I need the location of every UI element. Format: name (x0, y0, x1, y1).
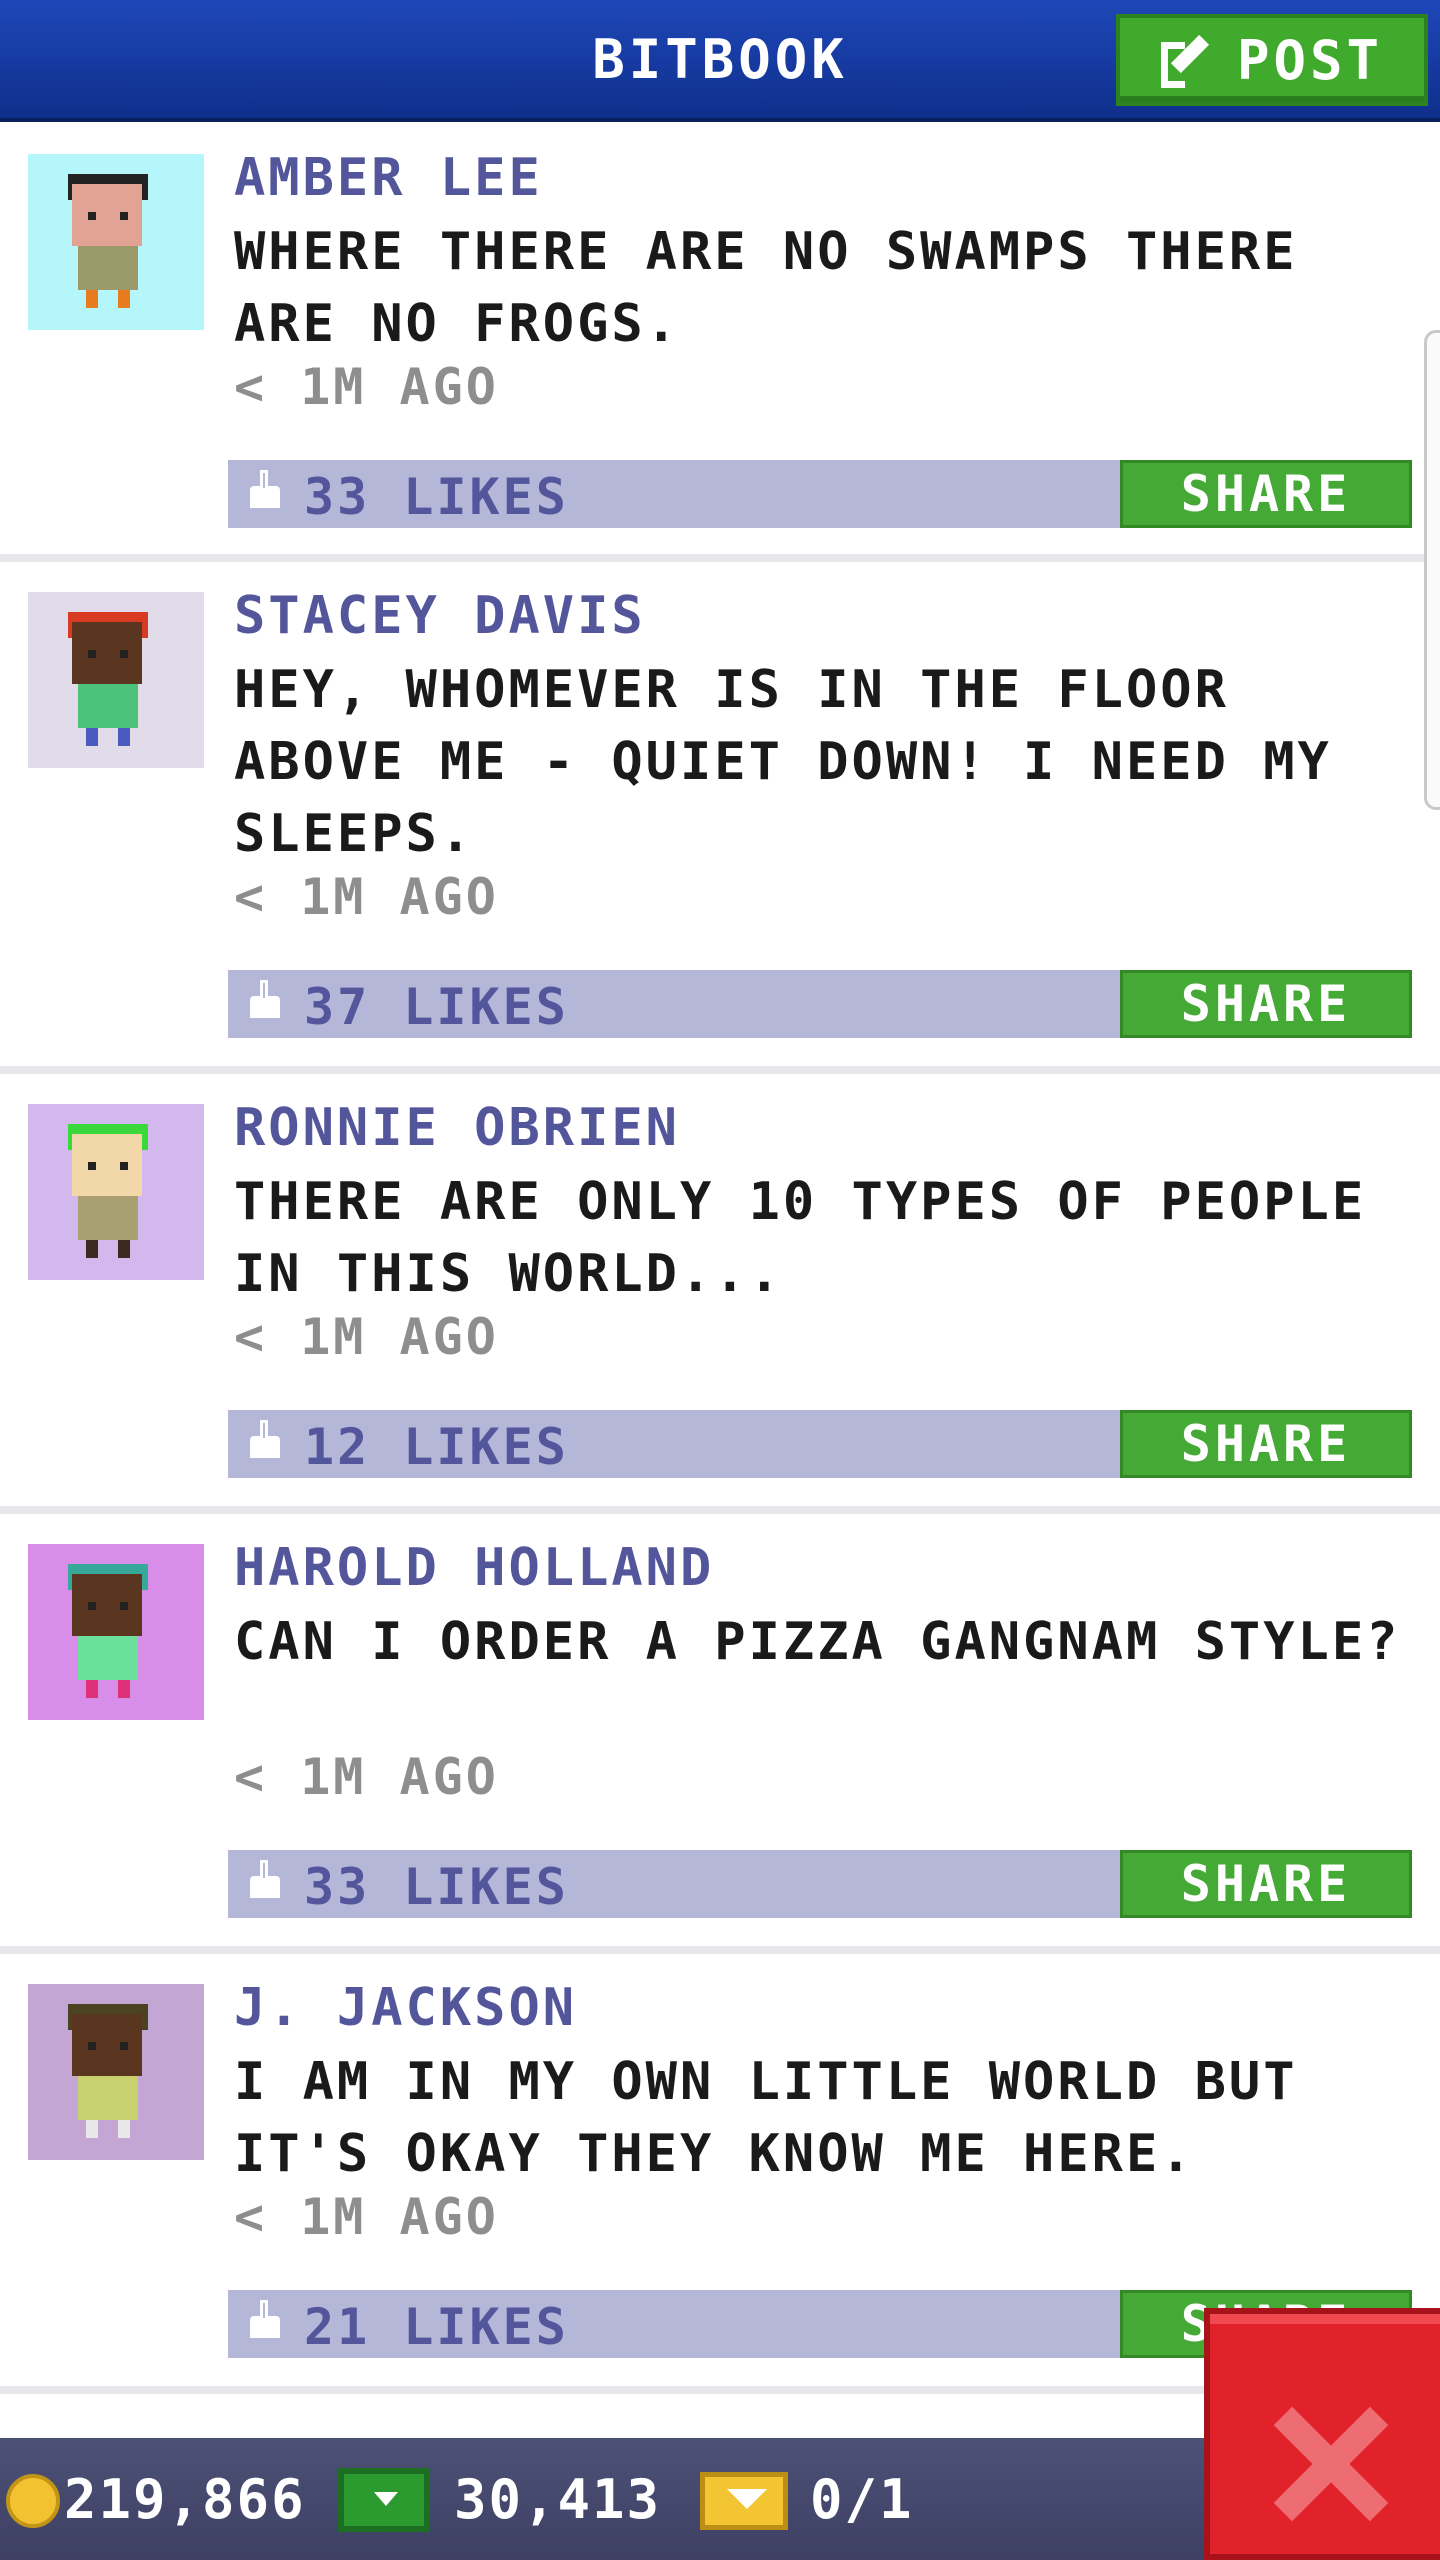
feed-post: STACEY DAVIS HEY, WHOMEVER IS IN THE FLO… (0, 562, 1440, 1074)
share-button[interactable]: SHARE (1120, 1410, 1412, 1478)
post-message: HEY, WHOMEVER IS IN THE FLOOR ABOVE ME -… (234, 660, 1332, 864)
like-icon[interactable] (244, 2300, 280, 2342)
like-bar: 33 LIKES SHARE (228, 460, 1412, 528)
poster-name[interactable]: J. JACKSON (234, 1978, 577, 2038)
like-count: 12 LIKES (304, 1418, 569, 1476)
like-bar: 12 LIKES SHARE (228, 1410, 1412, 1478)
ticket-icon[interactable] (700, 2472, 788, 2530)
share-button[interactable]: SHARE (1120, 970, 1412, 1038)
avatar[interactable] (28, 1984, 204, 2160)
app-header: BITBOOK POST (0, 0, 1440, 122)
share-button[interactable]: SHARE (1120, 1850, 1412, 1918)
post-message: I AM IN MY OWN LITTLE WORLD BUT IT'S OKA… (234, 2052, 1298, 2184)
like-bar: 37 LIKES SHARE (228, 970, 1412, 1038)
close-icon (1270, 2404, 1390, 2524)
coin-icon (6, 2474, 60, 2528)
like-icon[interactable] (244, 1860, 280, 1902)
coins-count: 219,866 (64, 2468, 306, 2531)
compose-icon (1160, 32, 1217, 88)
share-button[interactable]: SHARE (1120, 460, 1412, 528)
post-time: < 1M AGO (234, 358, 499, 416)
feed-post: HAROLD HOLLAND CAN I ORDER A PIZZA GANGN… (0, 1514, 1440, 1954)
poster-name[interactable]: RONNIE OBRIEN (234, 1098, 680, 1158)
like-count: 21 LIKES (304, 2298, 569, 2356)
like-icon[interactable] (244, 1420, 280, 1462)
bux-count: 30,413 (454, 2468, 662, 2531)
avatar[interactable] (28, 154, 204, 330)
poster-name[interactable]: AMBER LEE (234, 148, 543, 208)
like-count: 33 LIKES (304, 468, 569, 526)
feed[interactable]: AMBER LEE WHERE THERE ARE NO SWAMPS THER… (0, 126, 1440, 2394)
close-button[interactable] (1204, 2308, 1440, 2560)
post-message: THERE ARE ONLY 10 TYPES OF PEOPLE IN THI… (234, 1172, 1367, 1304)
post-button[interactable]: POST (1116, 14, 1428, 106)
post-button-label: POST (1236, 28, 1384, 92)
feed-post: AMBER LEE WHERE THERE ARE NO SWAMPS THER… (0, 126, 1440, 562)
avatar[interactable] (28, 592, 204, 768)
like-count: 37 LIKES (304, 978, 569, 1036)
feed-post: RONNIE OBRIEN THERE ARE ONLY 10 TYPES OF… (0, 1074, 1440, 1514)
avatar[interactable] (28, 1104, 204, 1280)
tickets-count: 0/1 (810, 2468, 914, 2531)
post-time: < 1M AGO (234, 2188, 499, 2246)
post-time: < 1M AGO (234, 868, 499, 926)
poster-name[interactable]: STACEY DAVIS (234, 586, 646, 646)
poster-name[interactable]: HAROLD HOLLAND (234, 1538, 714, 1598)
bux-icon[interactable] (338, 2468, 430, 2532)
like-icon[interactable] (244, 470, 280, 512)
like-count: 33 LIKES (304, 1858, 569, 1916)
avatar[interactable] (28, 1544, 204, 1720)
post-time: < 1M AGO (234, 1748, 499, 1806)
like-icon[interactable] (244, 980, 280, 1022)
scrollbar[interactable] (1424, 330, 1440, 810)
post-time: < 1M AGO (234, 1308, 499, 1366)
post-message: CAN I ORDER A PIZZA GANGNAM STYLE? (234, 1612, 1401, 1672)
post-message: WHERE THERE ARE NO SWAMPS THERE ARE NO F… (234, 222, 1298, 354)
like-bar: 33 LIKES SHARE (228, 1850, 1412, 1918)
